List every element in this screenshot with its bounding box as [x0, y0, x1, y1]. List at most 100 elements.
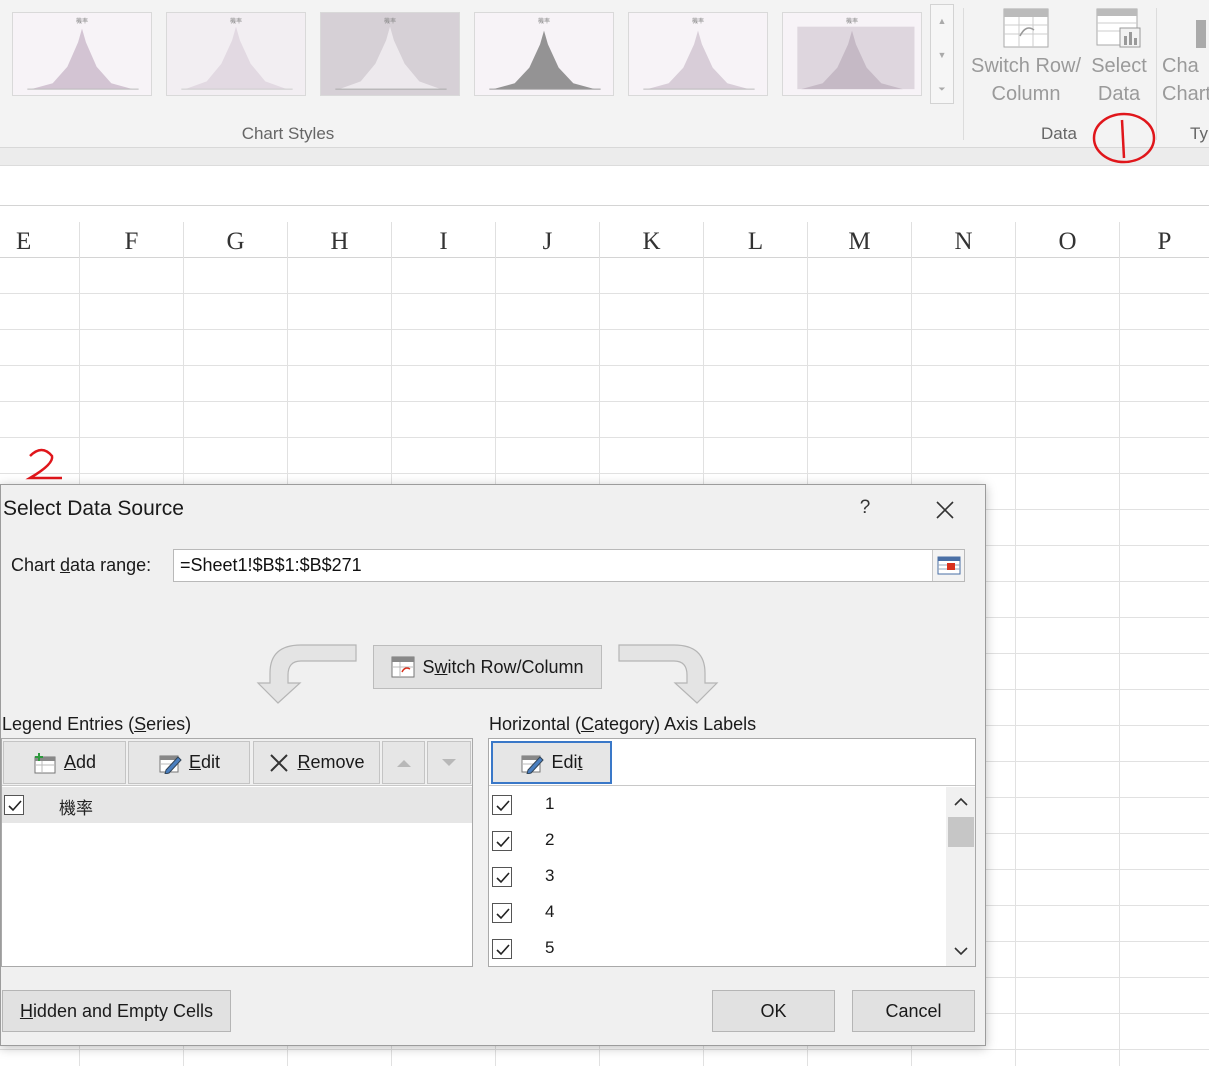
- scroll-up-button[interactable]: [946, 787, 975, 817]
- gallery-more-icon[interactable]: ⏷: [931, 73, 953, 105]
- select-data-ribbon-button[interactable]: Select Data: [1088, 8, 1150, 108]
- label-part: ata range:: [70, 555, 152, 575]
- chart-style-thumbnail-5[interactable]: 機率: [628, 12, 768, 96]
- column-header-o[interactable]: O: [1016, 222, 1120, 258]
- cancel-button[interactable]: Cancel: [852, 990, 975, 1032]
- remove-series-button[interactable]: Remove: [253, 741, 380, 784]
- axis-label-value: 3: [545, 866, 555, 885]
- range-select-icon: [937, 556, 961, 575]
- gallery-scrollbar[interactable]: ▲ ▼ ⏷: [930, 4, 954, 104]
- dialog-title: Select Data Source: [3, 497, 184, 520]
- label-accesskey: C: [581, 714, 595, 734]
- move-up-icon: [396, 759, 411, 767]
- axis-label-checkbox[interactable]: [492, 939, 512, 959]
- axis-label-item[interactable]: 5: [489, 931, 945, 966]
- axis-list-scrollbar[interactable]: [946, 787, 975, 966]
- label-accesskey: A: [63, 752, 76, 772]
- right-curved-arrow-icon: [618, 644, 719, 704]
- gallery-down-icon[interactable]: ▼: [931, 39, 953, 71]
- check-icon: [496, 836, 510, 848]
- chevron-down-icon: [954, 947, 968, 956]
- label-part: dit: [201, 752, 221, 772]
- check-icon: [496, 944, 510, 956]
- edit-axis-labels-button[interactable]: Edit: [491, 741, 612, 784]
- change-chart-type-button[interactable]: Cha Chart: [1162, 8, 1209, 108]
- type-group-label: Ty: [1190, 124, 1208, 143]
- column-header-k[interactable]: K: [600, 222, 704, 258]
- edit-series-button[interactable]: Edit: [128, 741, 250, 784]
- add-series-button[interactable]: Add: [3, 741, 126, 784]
- scroll-down-button[interactable]: [946, 936, 975, 966]
- ok-button[interactable]: OK: [712, 990, 835, 1032]
- check-icon: [8, 800, 22, 812]
- check-icon: [496, 872, 510, 884]
- chart-style-thumbnail-1[interactable]: 機率: [12, 12, 152, 96]
- column-headers: E F G H I J K L M N O P: [0, 222, 1209, 258]
- label-part: S: [422, 656, 435, 677]
- help-button[interactable]: ?: [855, 497, 875, 519]
- move-down-icon: [442, 758, 456, 766]
- ribbon-bottom-strip: [0, 148, 1209, 166]
- column-header-h[interactable]: H: [288, 222, 392, 258]
- axis-label-checkbox[interactable]: [492, 867, 512, 887]
- column-header-n[interactable]: N: [912, 222, 1016, 258]
- gallery-up-icon[interactable]: ▲: [931, 5, 953, 37]
- label-accesskey: H: [19, 1000, 33, 1021]
- edit-label: Edit: [189, 752, 220, 773]
- remove-label: Remove: [297, 752, 364, 773]
- chart-style-thumbnail-2[interactable]: 機率: [166, 12, 306, 96]
- axis-label-item[interactable]: 4: [489, 895, 945, 931]
- label-accesskey: R: [297, 752, 311, 772]
- switch-row-column-icon: [1003, 8, 1049, 48]
- chart-data-range-input[interactable]: [173, 549, 965, 582]
- switch-row-column-button[interactable]: Switch Row/Column: [373, 645, 602, 689]
- series-list-item[interactable]: 機率: [2, 787, 472, 823]
- range-collapse-button[interactable]: [932, 550, 964, 581]
- hidden-and-empty-cells-button[interactable]: Hidden and Empty Cells: [2, 990, 231, 1032]
- column-header-i[interactable]: I: [392, 222, 496, 258]
- scroll-thumb[interactable]: [948, 817, 974, 847]
- switch-row-column-ribbon-button[interactable]: Switch Row/ Column: [966, 8, 1086, 108]
- series-name: 機率: [59, 799, 93, 819]
- label-part: itch Row/Column: [447, 656, 584, 677]
- axis-label-checkbox[interactable]: [492, 831, 512, 851]
- axis-label-item[interactable]: 1: [489, 787, 945, 823]
- add-icon: [34, 752, 56, 773]
- ribbon-separator: [963, 8, 964, 140]
- thumbnail-title: 機率: [229, 19, 242, 25]
- label-part: Legend Entries (: [2, 714, 135, 734]
- column-header-e[interactable]: E: [0, 222, 80, 258]
- axis-labels-panel: Edit 1 2 3 4 5: [488, 738, 976, 967]
- label-part: dd: [75, 752, 97, 772]
- axis-label-checkbox[interactable]: [492, 903, 512, 923]
- label-accesskey: E: [188, 752, 201, 772]
- axis-toolbar: Edit: [489, 739, 975, 786]
- column-header-g[interactable]: G: [184, 222, 288, 258]
- column-header-l[interactable]: L: [704, 222, 808, 258]
- move-down-button[interactable]: [427, 741, 471, 784]
- move-up-button[interactable]: [382, 741, 425, 784]
- chart-style-thumbnail-4[interactable]: 機率: [474, 12, 614, 96]
- column-header-m[interactable]: M: [808, 222, 912, 258]
- formula-bar[interactable]: [0, 166, 1209, 206]
- legend-entries-panel: Add Edit Remove 機率: [1, 738, 473, 967]
- column-header-j[interactable]: J: [496, 222, 600, 258]
- axis-label-value: 1: [545, 794, 555, 813]
- label-part: Chart: [11, 555, 61, 575]
- column-header-f[interactable]: F: [80, 222, 184, 258]
- change-chart-type-label-1: Cha: [1162, 55, 1199, 77]
- label-part: emove: [310, 752, 365, 772]
- chart-style-thumbnail-3[interactable]: 機率: [320, 12, 460, 96]
- chart-style-thumbnail-6[interactable]: 機率: [782, 12, 922, 96]
- axis-label-item[interactable]: 3: [489, 859, 945, 895]
- axis-label-checkbox[interactable]: [492, 795, 512, 815]
- column-header-p[interactable]: P: [1120, 222, 1209, 258]
- series-checkbox[interactable]: [4, 795, 24, 815]
- legend-toolbar: Add Edit Remove: [2, 739, 472, 786]
- select-data-label-1: Select: [1091, 55, 1147, 77]
- thumbnail-title: 機率: [383, 19, 396, 25]
- add-label: Add: [64, 752, 96, 773]
- axis-label-item[interactable]: 2: [489, 823, 945, 859]
- close-button[interactable]: [929, 495, 961, 525]
- label-accesskey: w: [434, 656, 448, 677]
